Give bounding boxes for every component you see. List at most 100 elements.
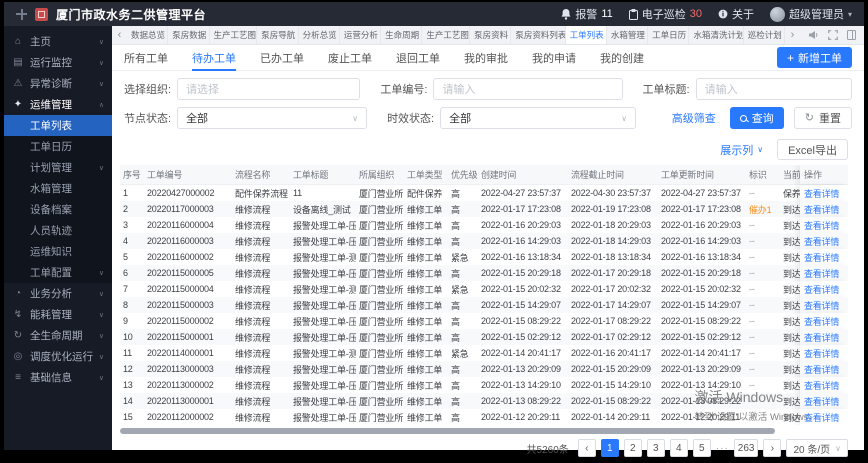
- tab-4[interactable]: 分析总览×: [299, 26, 340, 44]
- view-detail-link[interactable]: 查看详情: [804, 251, 839, 264]
- advanced-search-link[interactable]: 高级筛查: [672, 110, 716, 126]
- view-detail-link[interactable]: 查看详情: [804, 235, 839, 248]
- subtab-6[interactable]: 我的申请: [532, 45, 576, 70]
- subtab-1[interactable]: 待办工单: [192, 45, 236, 70]
- tab-label: 运营分析: [344, 29, 378, 41]
- subtab-5[interactable]: 我的审批: [464, 45, 508, 70]
- alarm-menu-item[interactable]: 报警 11: [561, 6, 612, 22]
- time-status-select[interactable]: 全部 ∨: [440, 107, 636, 129]
- sidebar-item-16[interactable]: ≡基础信息∨: [4, 367, 112, 388]
- tab-11[interactable]: 水箱管理×: [607, 26, 648, 44]
- pagination-prev-button[interactable]: ‹: [578, 439, 596, 457]
- tab-10[interactable]: 工单列表×: [566, 26, 607, 44]
- tab-0[interactable]: 数据总览×: [127, 26, 168, 44]
- node-status-select[interactable]: 全部 ∨: [177, 107, 367, 129]
- tab-6[interactable]: 生命周期×: [381, 26, 422, 44]
- tab-9[interactable]: 泵房资料列表×: [511, 26, 565, 44]
- sidebar-item-1[interactable]: ▤运行监控∨: [4, 52, 112, 73]
- sidebar-subitem-9[interactable]: 人员轨迹: [4, 220, 112, 241]
- tab-8[interactable]: 泵房资料×: [470, 26, 511, 44]
- pagination-page-1[interactable]: 1: [601, 439, 619, 457]
- tab-1[interactable]: 泵房数据×: [168, 26, 209, 44]
- view-detail-link[interactable]: 查看详情: [804, 347, 839, 360]
- pagination-page-4[interactable]: 4: [670, 439, 688, 457]
- subtab-0[interactable]: 所有工单: [124, 45, 168, 70]
- sidebar-item-label: 业务分析: [30, 286, 72, 301]
- tab-12[interactable]: 工单日历×: [648, 26, 689, 44]
- pagination-page-2[interactable]: 2: [624, 439, 642, 457]
- sidebar-subitem-6[interactable]: 计划管理∨: [4, 157, 112, 178]
- search-button[interactable]: 查询: [730, 107, 784, 129]
- tab-7[interactable]: 生产工艺图×: [422, 26, 470, 44]
- sidebar-item-0[interactable]: ⌂主页∨: [4, 31, 112, 52]
- tab-13[interactable]: 水箱清洗计划×: [689, 26, 743, 44]
- fullscreen-icon[interactable]: [828, 30, 838, 40]
- view-detail-link[interactable]: 查看详情: [804, 411, 839, 424]
- page-size-select[interactable]: 20 条/页 ∨: [786, 439, 848, 457]
- inspection-menu-item[interactable]: 电子巡检 30: [629, 6, 702, 22]
- panel-icon[interactable]: [847, 30, 856, 40]
- pagination-next-button[interactable]: ›: [763, 439, 781, 457]
- subtab-4[interactable]: 退回工单: [396, 45, 440, 70]
- pagination-page-3[interactable]: 3: [647, 439, 665, 457]
- sidebar-item-3[interactable]: ✦运维管理∧: [4, 94, 112, 115]
- sidebar-item-13[interactable]: ↯能耗管理∨: [4, 304, 112, 325]
- monitor-icon: ▤: [12, 57, 24, 68]
- tab-2[interactable]: 生产工艺图×: [210, 26, 258, 44]
- horizontal-scrollbar-thumb[interactable]: [120, 428, 775, 434]
- sidebar-item-2[interactable]: ⚠异常诊断∨: [4, 73, 112, 94]
- excel-export-button[interactable]: Excel导出: [777, 139, 848, 160]
- title-input[interactable]: 请输入: [696, 78, 852, 100]
- cell-3: 报警处理工单-测试进...: [290, 281, 356, 297]
- sidebar-item-14[interactable]: ↻全生命周期∨: [4, 325, 112, 346]
- view-detail-link[interactable]: 查看详情: [804, 219, 839, 232]
- row-actions-cell: 查看详情: [800, 409, 848, 425]
- show-columns-link[interactable]: 展示列 ∨: [720, 142, 763, 158]
- subtab-2[interactable]: 已办工单: [260, 45, 304, 70]
- cell-10: --: [746, 361, 780, 377]
- sidebar-subitem-7[interactable]: 水箱管理: [4, 178, 112, 199]
- pagination-last-button[interactable]: 263: [734, 439, 759, 457]
- view-detail-link[interactable]: 查看详情: [804, 331, 839, 344]
- cell-2: 维修流程: [232, 329, 290, 345]
- view-detail-link[interactable]: 查看详情: [804, 395, 839, 408]
- sidebar-subitem-5[interactable]: 工单日历: [4, 136, 112, 157]
- sidebar-item-12[interactable]: ◔业务分析∨: [4, 283, 112, 304]
- sidebar-item-15[interactable]: ◎调度优化运行∨: [4, 346, 112, 367]
- reset-button[interactable]: ↻ 重置: [794, 107, 852, 129]
- view-detail-link[interactable]: 查看详情: [804, 315, 839, 328]
- org-select[interactable]: 请选择: [177, 78, 360, 100]
- cell-5: 维修工单: [404, 409, 448, 425]
- new-work-order-button[interactable]: + 新增工单: [777, 47, 852, 68]
- sidebar-subitem-4[interactable]: 工单列表: [4, 115, 112, 136]
- subtab-3[interactable]: 废止工单: [328, 45, 372, 70]
- move-icon[interactable]: [16, 9, 27, 20]
- cell-10: --: [746, 265, 780, 281]
- tab-14[interactable]: 巡检计划×: [744, 26, 785, 44]
- announcement-icon[interactable]: [808, 30, 819, 40]
- cell-8: 2022-01-18 20:29:03: [568, 217, 658, 233]
- tab-3[interactable]: 泵房导航×: [257, 26, 298, 44]
- user-menu[interactable]: 超级管理员 ▾: [770, 6, 852, 22]
- view-detail-link[interactable]: 查看详情: [804, 283, 839, 296]
- view-detail-link[interactable]: 查看详情: [804, 267, 839, 280]
- view-detail-link[interactable]: 查看详情: [804, 299, 839, 312]
- view-detail-link[interactable]: 查看详情: [804, 363, 839, 376]
- pagination-page-5[interactable]: 5: [693, 439, 711, 457]
- tab-label: 生产工艺图: [214, 29, 257, 41]
- view-detail-link[interactable]: 查看详情: [804, 203, 839, 216]
- tabs-scroll-left-icon[interactable]: ‹: [112, 26, 127, 44]
- code-placeholder: 请输入: [442, 81, 475, 97]
- view-detail-link[interactable]: 查看详情: [804, 379, 839, 392]
- view-detail-link[interactable]: 查看详情: [804, 187, 839, 200]
- sidebar-subitem-8[interactable]: 设备档案: [4, 199, 112, 220]
- about-menu-item[interactable]: 关于: [718, 6, 754, 22]
- tabs-scroll-right-icon[interactable]: ›: [785, 26, 800, 44]
- cell-6: 高: [448, 313, 478, 329]
- code-input[interactable]: 请输入: [433, 78, 622, 100]
- sidebar-subitem-10[interactable]: 运维知识: [4, 241, 112, 262]
- subtab-7[interactable]: 我的创建: [600, 45, 644, 70]
- tab-5[interactable]: 运营分析×: [340, 26, 381, 44]
- tab-label: 水箱清洗计划: [693, 29, 743, 41]
- sidebar-subitem-11[interactable]: 工单配置∨: [4, 262, 112, 283]
